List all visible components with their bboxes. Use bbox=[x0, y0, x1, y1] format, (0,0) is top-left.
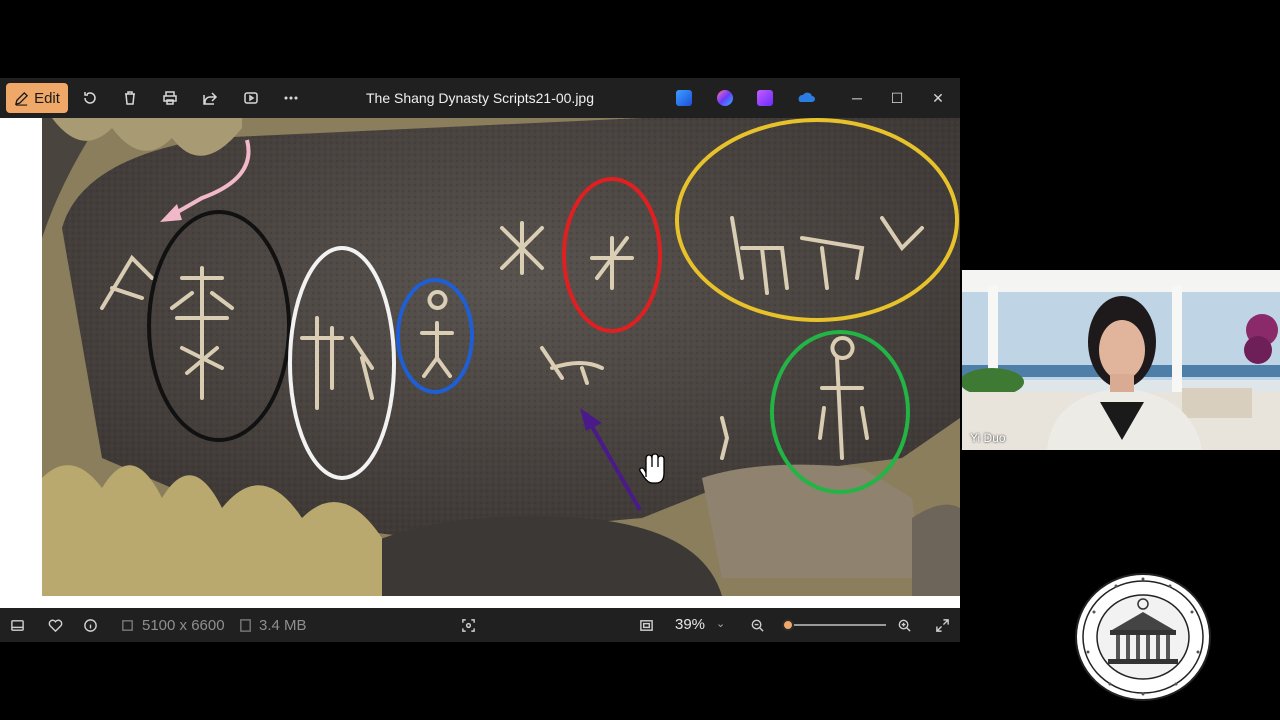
close-button[interactable]: ✕ bbox=[928, 88, 948, 108]
minimize-button[interactable]: ─ bbox=[847, 88, 867, 108]
zoom-slider-thumb[interactable] bbox=[782, 619, 795, 631]
zoom-level[interactable]: 39% bbox=[675, 616, 705, 633]
zoom-dropdown-chevron-icon[interactable]: ⌄ bbox=[716, 617, 725, 630]
edit-button[interactable]: Edit bbox=[6, 83, 68, 113]
clipchamp-icon[interactable] bbox=[757, 90, 773, 106]
more-icon[interactable] bbox=[281, 88, 301, 108]
participant-name: Yi Duo bbox=[970, 431, 1006, 445]
status-bar: 5100 x 6600 3.4 MB 39% ⌄ bbox=[0, 608, 960, 642]
rotate-icon[interactable] bbox=[80, 88, 100, 108]
petroglyph-photo bbox=[42, 118, 960, 596]
visual-search-icon[interactable] bbox=[459, 616, 477, 634]
fullscreen-icon[interactable] bbox=[933, 616, 951, 634]
title-bar: Edit The Shang Dynasty Scripts21-00.jpg … bbox=[0, 78, 960, 118]
fit-to-window-icon[interactable] bbox=[637, 616, 655, 634]
file-size-icon bbox=[236, 616, 254, 634]
print-icon[interactable] bbox=[160, 88, 180, 108]
delete-icon[interactable] bbox=[120, 88, 140, 108]
zoom-slider[interactable] bbox=[782, 619, 886, 631]
onedrive-icon[interactable] bbox=[796, 90, 816, 106]
filmstrip-icon[interactable] bbox=[8, 616, 26, 634]
image-dimensions: 5100 x 6600 bbox=[142, 617, 225, 634]
zoom-in-icon[interactable] bbox=[895, 616, 913, 634]
file-size: 3.4 MB bbox=[259, 617, 307, 634]
participant-video[interactable]: Yi Duo bbox=[962, 270, 1280, 450]
institute-seal-logo bbox=[1075, 573, 1211, 701]
photo-viewer-window: Edit The Shang Dynasty Scripts21-00.jpg … bbox=[0, 78, 960, 642]
edit-pencil-icon bbox=[15, 91, 29, 106]
image-canvas[interactable] bbox=[0, 118, 960, 608]
dimensions-icon bbox=[118, 616, 136, 634]
zoom-out-icon[interactable] bbox=[748, 616, 766, 634]
edit-label: Edit bbox=[34, 89, 60, 107]
slideshow-icon[interactable] bbox=[241, 88, 261, 108]
maximize-button[interactable]: ☐ bbox=[887, 88, 907, 108]
designer-icon[interactable] bbox=[676, 90, 692, 106]
info-icon[interactable] bbox=[81, 616, 99, 634]
participant-video-frame bbox=[962, 270, 1280, 450]
file-title: The Shang Dynasty Scripts21-00.jpg bbox=[365, 90, 594, 106]
favorite-heart-icon[interactable] bbox=[46, 616, 64, 634]
share-icon[interactable] bbox=[200, 88, 220, 108]
copilot-icon[interactable] bbox=[717, 90, 733, 106]
